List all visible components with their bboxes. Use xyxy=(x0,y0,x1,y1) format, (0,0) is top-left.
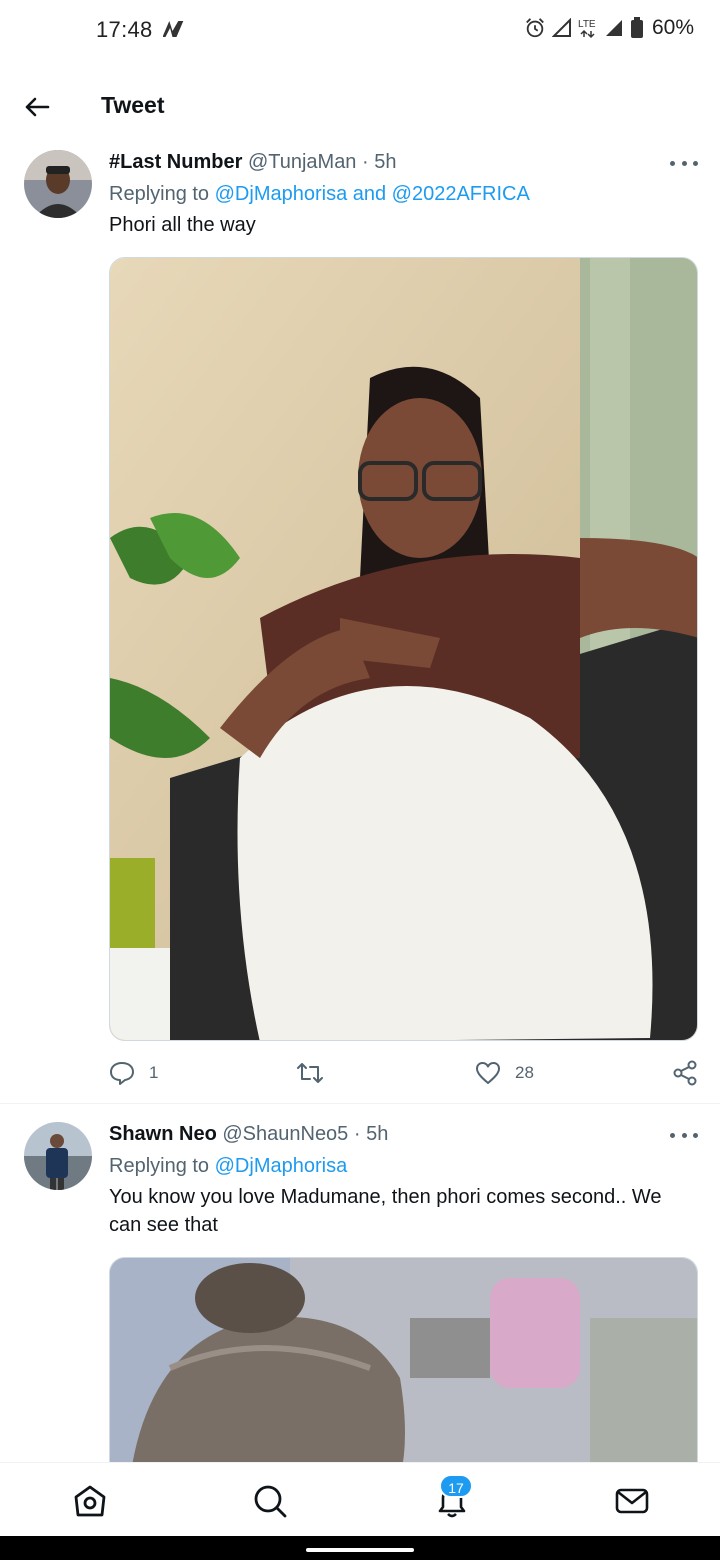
display-name[interactable]: Shawn Neo xyxy=(109,1123,217,1145)
reply-button[interactable]: 1 xyxy=(109,1060,158,1086)
bottom-nav xyxy=(0,1462,720,1536)
notification-badge: 17 xyxy=(439,1474,473,1498)
battery-percent: 60% xyxy=(651,16,694,39)
photo-image xyxy=(110,1258,697,1476)
avatar-image xyxy=(24,1122,92,1190)
divider xyxy=(0,1103,720,1104)
tweet-time[interactable]: 5h xyxy=(366,1123,388,1145)
signal-2-icon xyxy=(605,20,622,36)
like-count: 28 xyxy=(515,1063,534,1082)
lte-icon: LTE xyxy=(578,19,596,39)
tweet-text: Phori all the way xyxy=(109,214,256,236)
user-handle[interactable]: @TunjaMan xyxy=(248,151,357,173)
heart-icon xyxy=(476,1062,500,1084)
tweet-header: #Last Number @TunjaMan · 5h xyxy=(109,151,396,174)
replying-to: Replying to @DjMaphorisa xyxy=(109,1155,347,1178)
app-n-icon xyxy=(163,21,184,37)
tweet-actions: 1 28 xyxy=(109,1060,699,1088)
tweet-photo[interactable] xyxy=(109,257,698,1041)
avatar[interactable] xyxy=(24,150,92,218)
messages-icon[interactable] xyxy=(612,1481,652,1521)
display-name[interactable]: #Last Number xyxy=(109,151,242,173)
home-gesture-handle[interactable] xyxy=(306,1548,414,1552)
status-time: 17:48 xyxy=(96,17,153,42)
reply-icon xyxy=(110,1062,134,1085)
avatar-image xyxy=(24,150,92,218)
share-icon xyxy=(673,1060,697,1086)
avatar[interactable] xyxy=(24,1122,92,1190)
more-options-icon[interactable] xyxy=(670,1125,698,1145)
status-icons: LTE 60% xyxy=(524,16,694,40)
more-options-icon[interactable] xyxy=(670,153,698,173)
battery-icon xyxy=(630,17,643,38)
reply-mentions[interactable]: @DjMaphorisa xyxy=(215,1155,348,1177)
photo-image xyxy=(110,258,697,1040)
reply-mentions[interactable]: @DjMaphorisa and @2022AFRICA xyxy=(215,183,530,205)
replying-prefix: Replying to xyxy=(109,183,210,205)
alarm-icon xyxy=(526,18,544,38)
like-button[interactable]: 28 xyxy=(475,1060,534,1086)
replying-prefix: Replying to xyxy=(109,1155,210,1177)
separator: · xyxy=(353,1123,361,1145)
separator: · xyxy=(362,151,369,173)
retweet-icon xyxy=(297,1063,323,1083)
arrow-left-icon[interactable] xyxy=(22,92,52,122)
tweet-header: Shawn Neo @ShaunNeo5 · 5h xyxy=(109,1123,388,1146)
home-icon[interactable] xyxy=(70,1481,110,1521)
tweet-time[interactable]: 5h xyxy=(374,151,396,173)
share-button[interactable] xyxy=(672,1060,698,1086)
tweet-text: You know you love Madumane, then phori c… xyxy=(109,1186,662,1236)
header: Tweet xyxy=(0,62,720,150)
user-handle[interactable]: @ShaunNeo5 xyxy=(222,1123,348,1145)
search-icon[interactable] xyxy=(250,1481,290,1521)
reply-count: 1 xyxy=(149,1063,159,1082)
signal-icon xyxy=(551,18,571,37)
svg-text:LTE: LTE xyxy=(578,19,596,30)
status-bar: 17:48 LTE 60% xyxy=(0,0,720,62)
replying-to: Replying to @DjMaphorisa and @2022AFRICA xyxy=(109,183,530,206)
tweet-photo[interactable] xyxy=(109,1257,698,1477)
retweet-button[interactable] xyxy=(297,1060,337,1086)
page-title: Tweet xyxy=(101,92,165,118)
